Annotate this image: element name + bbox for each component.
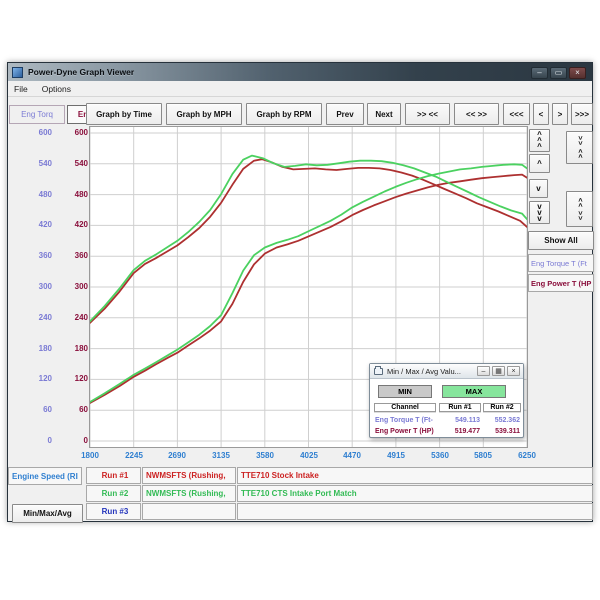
- minmax-close-button[interactable]: ×: [507, 366, 520, 376]
- pan-far-right-button[interactable]: >>>: [571, 103, 593, 125]
- torque-tick-label: 300: [39, 282, 52, 291]
- min-button[interactable]: MIN: [378, 385, 432, 398]
- scroll-down-fast-button[interactable]: vvv: [529, 201, 550, 224]
- power-tick-label: 600: [75, 128, 88, 137]
- minmax-power-run2: 539.311: [484, 428, 520, 435]
- scroll-down-button[interactable]: v: [529, 179, 548, 198]
- legend-power-channel[interactable]: Eng Power T (HP: [528, 274, 594, 292]
- power-tick-label: 0: [84, 436, 88, 445]
- run1-name: NWMSFTS (Rushing,: [142, 467, 236, 484]
- main-window: Power-Dyne Graph Viewer – ▭ × File Optio…: [7, 62, 593, 522]
- torque-tick-label: 60: [43, 405, 52, 414]
- run2-desc: TTE710 CTS Intake Port Match: [237, 485, 593, 502]
- col-header-run1: Run #1: [439, 403, 481, 412]
- power-tick-label: 420: [75, 220, 88, 229]
- torque-tick-label: 360: [39, 251, 52, 260]
- rpm-tick-label: 1800: [70, 451, 110, 460]
- pan-far-left-button[interactable]: <<<: [503, 103, 530, 125]
- rpm-tick-label: 3580: [245, 451, 285, 460]
- power-tick-label: 240: [75, 313, 88, 322]
- minmax-title-bar[interactable]: Min / Max / Avg Valu... – ▦ ×: [370, 364, 523, 379]
- rpm-tick-label: 5360: [420, 451, 460, 460]
- legend-torque-channel[interactable]: Eng Torque T (Ft: [528, 254, 594, 272]
- rpm-tick-label: 2690: [157, 451, 197, 460]
- minimize-button[interactable]: –: [531, 67, 548, 79]
- graph-by-mph-button[interactable]: Graph by MPH: [166, 103, 242, 125]
- rpm-tick-label: 2245: [114, 451, 154, 460]
- torque-tick-label: 0: [48, 436, 52, 445]
- run3-name: [142, 503, 236, 520]
- next-button[interactable]: Next: [367, 103, 401, 125]
- torque-tick-label: 180: [39, 344, 52, 353]
- scroll-up-button[interactable]: ^: [529, 154, 550, 173]
- x-axis-name-box: Engine Speed (RI: [8, 467, 82, 485]
- power-tick-label: 480: [75, 190, 88, 199]
- minmax-title: Min / Max / Avg Valu...: [387, 367, 461, 376]
- run1-label[interactable]: Run #1: [86, 467, 141, 484]
- zoom-out-x-button[interactable]: << >>: [454, 103, 499, 125]
- minmax-window[interactable]: Min / Max / Avg Valu... – ▦ × MIN MAX Ch…: [369, 363, 524, 438]
- rpm-tick-label: 6250: [507, 451, 547, 460]
- minmax-grid-button[interactable]: ▦: [492, 366, 505, 376]
- zoom-in-x-button[interactable]: >> <<: [405, 103, 450, 125]
- close-button[interactable]: ×: [569, 67, 586, 79]
- run3-desc: [237, 503, 593, 520]
- power-tick-label: 180: [75, 344, 88, 353]
- graph-by-rpm-button[interactable]: Graph by RPM: [246, 103, 322, 125]
- minmax-power-run1: 519.477: [442, 428, 480, 435]
- power-tick-label: 300: [75, 282, 88, 291]
- power-tick-label: 360: [75, 251, 88, 260]
- max-button[interactable]: MAX: [442, 385, 506, 398]
- minmax-power-channel: Eng Power T (HP): [375, 428, 434, 435]
- minmax-torque-channel: Eng Torque T (Ft-: [375, 417, 433, 424]
- run2-name: NWMSFTS (Rushing,: [142, 485, 236, 502]
- title-bar[interactable]: Power-Dyne Graph Viewer – ▭ ×: [8, 63, 592, 81]
- rpm-tick-label: 4470: [332, 451, 372, 460]
- rpm-tick-label: 4025: [289, 451, 329, 460]
- minmax-torque-run1: 549.113: [442, 417, 480, 424]
- torque-tick-label: 240: [39, 313, 52, 322]
- power-tick-label: 60: [79, 405, 88, 414]
- folder-icon: [374, 368, 383, 375]
- pan-right-button[interactable]: >: [552, 103, 568, 125]
- menu-bar: File Options: [8, 81, 592, 97]
- rpm-tick-label: 4915: [376, 451, 416, 460]
- torque-axis-labels: 0 60 120 180 240 300 360 420 480 540 600: [16, 63, 52, 463]
- minmax-minimize-button[interactable]: –: [477, 366, 490, 376]
- col-header-channel: Channel: [374, 403, 436, 412]
- pan-left-button[interactable]: <: [533, 103, 549, 125]
- run2-label[interactable]: Run #2: [86, 485, 141, 502]
- torque-tick-label: 120: [39, 374, 52, 383]
- prev-button[interactable]: Prev: [326, 103, 364, 125]
- graph-by-time-button[interactable]: Graph by Time: [86, 103, 162, 125]
- power-axis-labels: 0 60 120 180 240 300 360 420 480 540 600: [54, 63, 88, 463]
- torque-tick-label: 540: [39, 159, 52, 168]
- zoom-out-y-button[interactable]: << >>: [566, 191, 593, 227]
- zoom-in-y-button[interactable]: >> <<: [566, 131, 593, 164]
- restore-button[interactable]: ▭: [550, 67, 567, 79]
- rpm-tick-label: 3135: [201, 451, 241, 460]
- power-tick-label: 540: [75, 159, 88, 168]
- minmaxavg-button[interactable]: Min/Max/Avg: [12, 504, 83, 523]
- power-tick-label: 120: [75, 374, 88, 383]
- show-all-button[interactable]: Show All: [528, 231, 594, 250]
- torque-tick-label: 480: [39, 190, 52, 199]
- col-header-run2: Run #2: [483, 403, 521, 412]
- rpm-tick-label: 5805: [463, 451, 503, 460]
- torque-tick-label: 600: [39, 128, 52, 137]
- minmax-torque-run2: 552.362: [484, 417, 520, 424]
- scroll-up-fast-button[interactable]: ^^^: [529, 129, 550, 152]
- run1-desc: TTE710 Stock Intake: [237, 467, 593, 484]
- run3-label[interactable]: Run #3: [86, 503, 141, 520]
- torque-tick-label: 420: [39, 220, 52, 229]
